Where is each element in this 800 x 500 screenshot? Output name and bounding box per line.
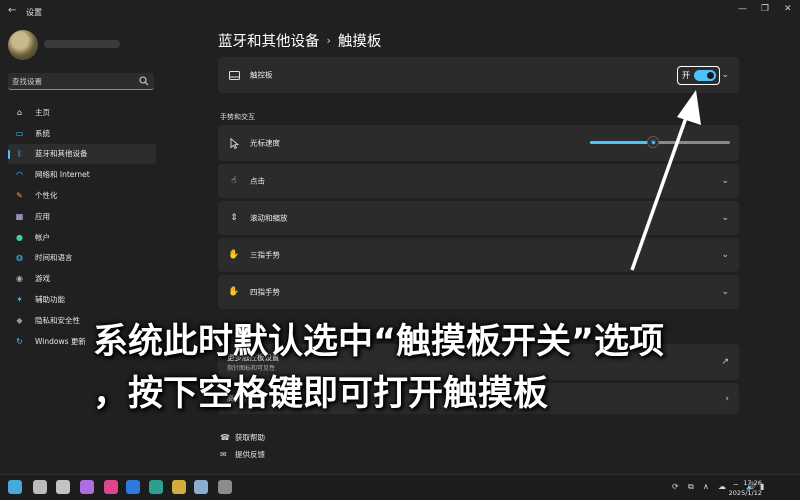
edge-icon[interactable] (149, 480, 163, 494)
photos-icon[interactable] (80, 480, 94, 494)
caption-line-2: ，按下空格键即可打开触摸板 (93, 374, 549, 414)
file-explorer-icon[interactable] (172, 480, 186, 494)
taskbar: 17:26 2025/1/12 ⟳ ⧉ ∧ ☁ ⌔ 🔊 ▮ (0, 474, 800, 500)
tray-icon-1[interactable]: ⧉ (688, 482, 694, 492)
settings-app-icon[interactable] (218, 480, 232, 494)
tray-icon-3[interactable]: ☁ (718, 482, 726, 491)
windows-start-icon[interactable] (8, 480, 22, 494)
notepad-icon[interactable] (194, 480, 208, 494)
tray-icon-6[interactable]: ▮ (760, 482, 764, 491)
clock-app-icon[interactable] (33, 480, 47, 494)
tray-icon-2[interactable]: ∧ (703, 482, 709, 491)
tray-icon-4[interactable]: ⌔ (732, 482, 740, 492)
store-icon[interactable] (104, 480, 118, 494)
mail-icon[interactable] (126, 480, 140, 494)
tray-icon-0[interactable]: ⟳ (672, 482, 679, 491)
calendar-icon[interactable] (56, 480, 70, 494)
tray-icon-5[interactable]: 🔊 (746, 482, 756, 491)
caption-line-1: 系统此时默认选中“触摸板开关”选项 (93, 322, 665, 362)
annotation-arrow-icon (630, 90, 701, 271)
